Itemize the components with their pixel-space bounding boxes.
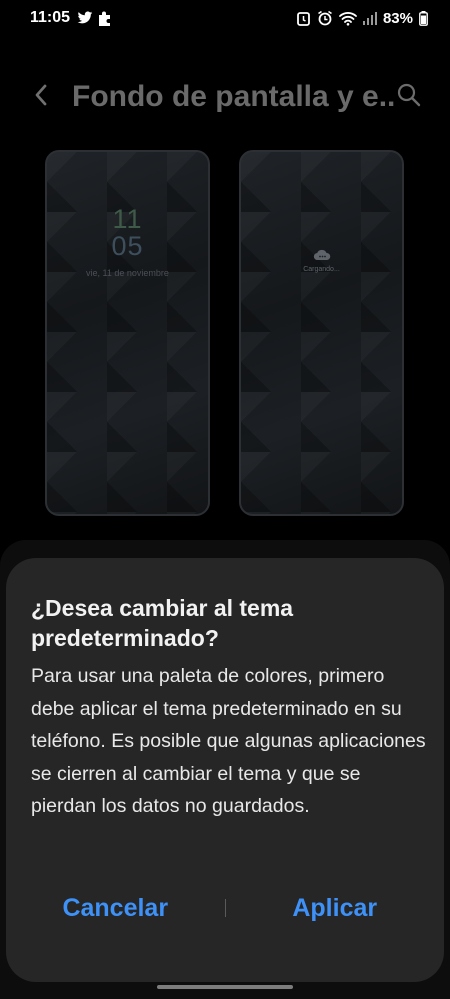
loading-text: Cargando... [303, 266, 340, 273]
lock-clock: 11 05 [47, 206, 208, 260]
lock-clock-minute: 05 [111, 231, 144, 261]
cloud-icon [313, 249, 331, 261]
lock-date: vie, 11 de noviembre [86, 268, 169, 278]
search-icon [397, 83, 421, 107]
lock-screen-preview[interactable]: 11 05 vie, 11 de noviembre [45, 150, 210, 516]
chevron-left-icon [35, 84, 47, 106]
wifi-icon [339, 11, 357, 26]
puzzle-icon [99, 11, 111, 26]
dialog-actions: Cancelar Aplicar [6, 885, 444, 931]
home-screen-preview[interactable]: Cargando... [239, 150, 404, 516]
page-title: Fondo de pantalla y e... [72, 80, 394, 113]
battery-icon [419, 10, 428, 26]
twitter-icon [77, 11, 93, 24]
alarm-clock-icon [318, 10, 332, 26]
search-button[interactable] [396, 82, 424, 110]
apply-button[interactable]: Aplicar [226, 894, 445, 923]
dialog-message: Para usar una paleta de colores, primero… [31, 665, 426, 817]
signal-icon [362, 12, 377, 25]
alarm-icon [297, 12, 310, 26]
status-time: 11:05 [30, 9, 71, 26]
status-bar: 11:05 83% [0, 0, 450, 36]
battery-percent: 83% [382, 9, 413, 27]
change-theme-dialog: ¿Desea cambiar al tema predeterminado? P… [6, 558, 444, 982]
status-notification-icons [77, 10, 112, 26]
cancel-button[interactable]: Cancelar [6, 894, 225, 923]
dialog-title: ¿Desea cambiar al tema predeterminado? [31, 595, 294, 651]
back-button[interactable] [27, 81, 55, 109]
status-system-icons: 83% [296, 10, 428, 27]
lock-clock-hour: 11 [112, 204, 143, 234]
gesture-navigation-bar[interactable] [157, 985, 293, 989]
